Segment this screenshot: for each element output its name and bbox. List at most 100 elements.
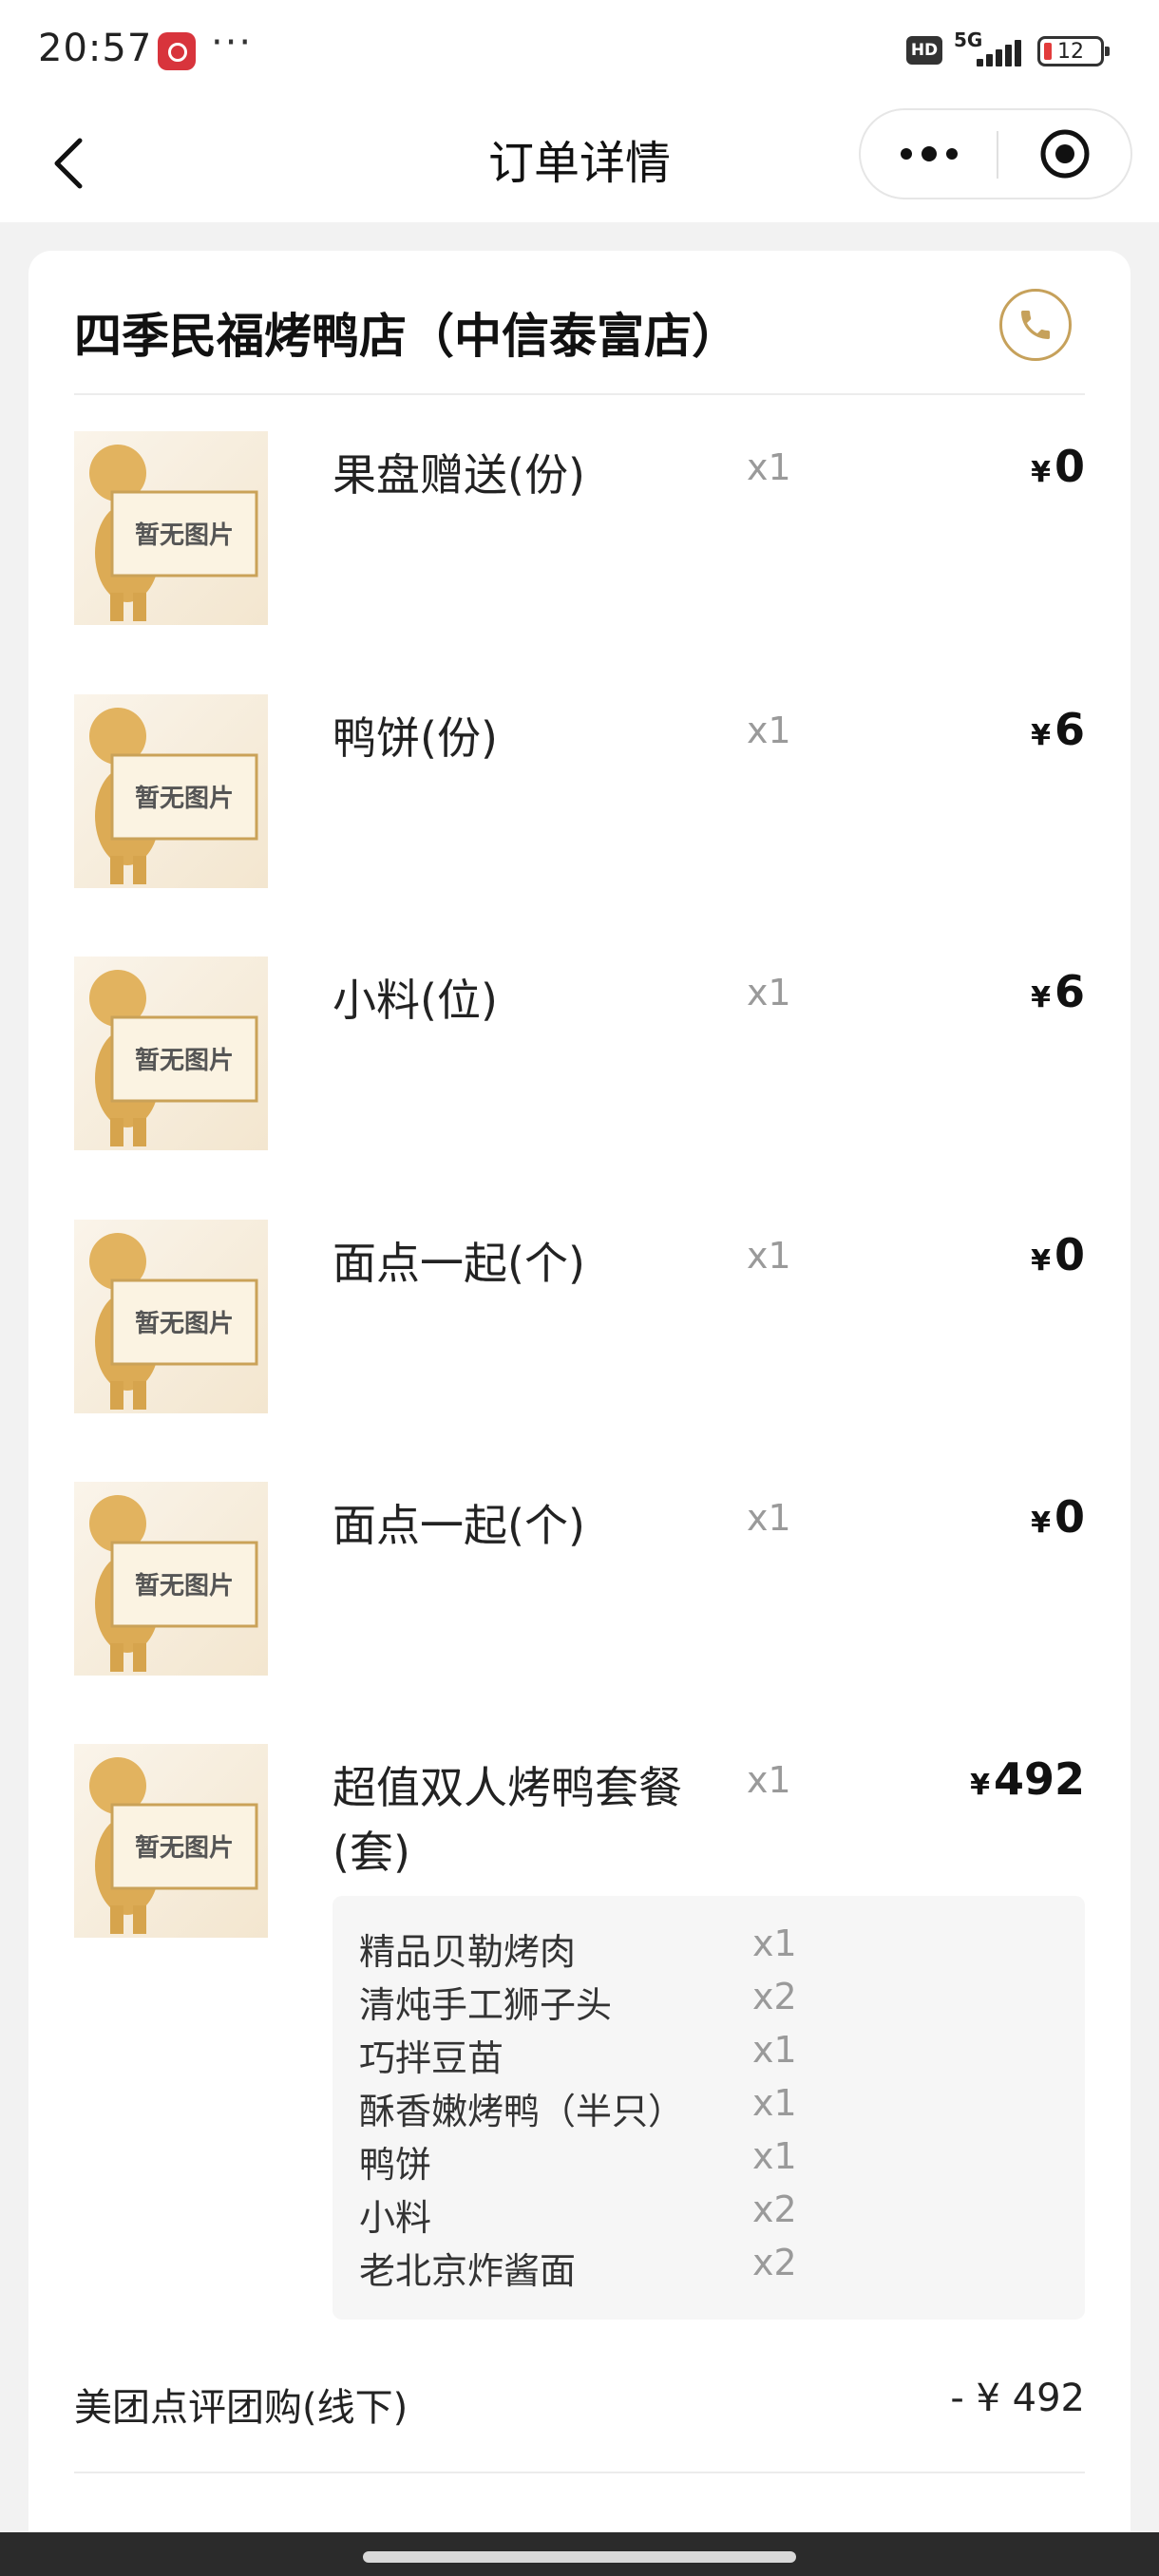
placeholder-figure-icon: 暂无图片 bbox=[89, 1495, 258, 1672]
placeholder-text: 暂无图片 bbox=[135, 1309, 234, 1338]
combo-dish-name: 清炖手工狮子头 bbox=[359, 1984, 613, 2026]
call-store-button[interactable] bbox=[999, 289, 1072, 361]
order-item: 暂无图片 果盘赠送(份) x1 ¥0 bbox=[74, 431, 1085, 659]
discount-row: 美团点评团购(线下) - ¥ 492 bbox=[74, 2371, 1085, 2437]
placeholder-text: 暂无图片 bbox=[135, 1833, 234, 1863]
currency-symbol: ¥ bbox=[1031, 981, 1051, 1014]
item-price: ¥0 bbox=[1031, 1491, 1085, 1543]
combo-dish-name: 酥香嫩烤鸭（半只） bbox=[359, 2091, 685, 2132]
item-quantity: x1 bbox=[747, 1759, 791, 1801]
order-item: 暂无图片 鸭饼(份) x1 ¥6 bbox=[74, 694, 1085, 922]
price-value: 492 bbox=[993, 1753, 1085, 1805]
no-image-placeholder: 暂无图片 bbox=[74, 431, 268, 625]
combo-dish-name: 巧拌豆苗 bbox=[359, 2037, 504, 2079]
currency-symbol: ¥ bbox=[1031, 719, 1051, 752]
price-value: 6 bbox=[1054, 966, 1085, 1017]
item-price: ¥492 bbox=[970, 1753, 1085, 1805]
item-name: 面点一起(个) bbox=[332, 1500, 585, 1551]
item-quantity: x1 bbox=[747, 710, 791, 751]
order-item: 暂无图片 面点一起(个) x1 ¥0 bbox=[74, 1482, 1085, 1710]
placeholder-text: 暂无图片 bbox=[135, 521, 234, 550]
header-divider bbox=[74, 393, 1085, 395]
combo-dish-name: 老北京炸酱面 bbox=[359, 2250, 577, 2292]
placeholder-figure-icon: 暂无图片 bbox=[89, 1757, 258, 1934]
combo-contents: 精品贝勒烤肉 x1 清炖手工狮子头 x2 巧拌豆苗 x1 酥香嫩烤鸭（半只） x… bbox=[332, 1896, 1085, 2320]
mini-program-capsule bbox=[859, 108, 1132, 199]
no-image-placeholder: 暂无图片 bbox=[74, 694, 268, 888]
discount-value: - ¥ 492 bbox=[950, 2377, 1085, 2420]
item-quantity: x1 bbox=[747, 1497, 791, 1539]
bank-app-icon bbox=[158, 32, 196, 70]
item-name: 面点一起(个) bbox=[332, 1238, 585, 1289]
combo-dish-qty: x2 bbox=[752, 1976, 797, 2017]
order-item-combo: 暂无图片 超值双人烤鸭套餐(套) x1 ¥492 精品贝勒烤肉 x1 清炖手工狮… bbox=[74, 1744, 1085, 2333]
combo-dish-qty: x1 bbox=[752, 2029, 797, 2071]
combo-dish-name: 鸭饼 bbox=[359, 2144, 432, 2186]
combo-row: 老北京炸酱面 x2 bbox=[332, 2238, 1085, 2292]
no-image-placeholder: 暂无图片 bbox=[74, 957, 268, 1150]
combo-row: 精品贝勒烤肉 x1 bbox=[332, 1919, 1085, 1973]
item-quantity: x1 bbox=[747, 972, 791, 1013]
price-value: 6 bbox=[1054, 704, 1085, 755]
item-name: 超值双人烤鸭套餐(套) bbox=[332, 1762, 682, 1878]
item-name: 鸭饼(份) bbox=[332, 712, 498, 764]
combo-dish-name: 精品贝勒烤肉 bbox=[359, 1931, 577, 1973]
order-item: 暂无图片 小料(位) x1 ¥6 bbox=[74, 957, 1085, 1184]
placeholder-figure-icon: 暂无图片 bbox=[89, 970, 258, 1146]
currency-symbol: ¥ bbox=[1031, 1244, 1051, 1278]
battery-level: 12 bbox=[1057, 40, 1084, 64]
item-price: ¥0 bbox=[1031, 441, 1085, 492]
signal-icon bbox=[977, 38, 1026, 66]
item-name: 果盘赠送(份) bbox=[332, 449, 585, 501]
no-image-placeholder: 暂无图片 bbox=[74, 1482, 268, 1676]
item-quantity: x1 bbox=[747, 446, 791, 488]
combo-row: 小料 x2 bbox=[332, 2185, 1085, 2239]
more-button[interactable] bbox=[861, 110, 997, 198]
no-image-placeholder: 暂无图片 bbox=[74, 1220, 268, 1413]
target-close-icon bbox=[1040, 129, 1089, 179]
placeholder-text: 暂无图片 bbox=[135, 784, 234, 813]
price-value: 0 bbox=[1054, 1229, 1085, 1280]
combo-dish-qty: x1 bbox=[752, 1923, 797, 1964]
currency-symbol: ¥ bbox=[1031, 1506, 1051, 1540]
discount-divider bbox=[74, 2472, 1085, 2473]
placeholder-figure-icon: 暂无图片 bbox=[89, 708, 258, 884]
combo-dish-qty: x1 bbox=[752, 2082, 797, 2124]
hd-icon: HD bbox=[906, 36, 942, 65]
item-name: 小料(位) bbox=[332, 975, 498, 1026]
combo-dish-qty: x2 bbox=[752, 2188, 797, 2230]
placeholder-text: 暂无图片 bbox=[135, 1046, 234, 1075]
combo-dish-qty: x1 bbox=[752, 2135, 797, 2177]
order-item: 暂无图片 面点一起(个) x1 ¥0 bbox=[74, 1220, 1085, 1448]
currency-symbol: ¥ bbox=[970, 1769, 990, 1802]
more-dots-icon bbox=[900, 146, 958, 161]
home-indicator[interactable] bbox=[363, 2551, 796, 2563]
combo-row: 巧拌豆苗 x1 bbox=[332, 2025, 1085, 2079]
store-name: 四季民福烤鸭店（中信泰富店） bbox=[74, 309, 739, 364]
combo-dish-name: 小料 bbox=[359, 2197, 432, 2239]
close-mini-program-button[interactable] bbox=[998, 110, 1130, 198]
combo-row: 清炖手工狮子头 x2 bbox=[332, 1972, 1085, 2026]
placeholder-figure-icon: 暂无图片 bbox=[89, 445, 258, 621]
phone-icon bbox=[1021, 311, 1050, 339]
combo-dish-qty: x2 bbox=[752, 2242, 797, 2283]
currency-symbol: ¥ bbox=[1031, 456, 1051, 489]
combo-row: 鸭饼 x1 bbox=[332, 2131, 1085, 2186]
placeholder-figure-icon: 暂无图片 bbox=[89, 1233, 258, 1410]
order-card: 四季民福烤鸭店（中信泰富店） 暂无图片 果盘赠送(份) x1 ¥0 暂无图片 鸭… bbox=[28, 251, 1130, 2576]
discount-label: 美团点评团购(线下) bbox=[74, 2386, 408, 2430]
item-price: ¥6 bbox=[1031, 704, 1085, 755]
status-more-icon: ··· bbox=[211, 21, 254, 65]
price-value: 0 bbox=[1054, 441, 1085, 492]
placeholder-text: 暂无图片 bbox=[135, 1571, 234, 1601]
price-value: 0 bbox=[1054, 1491, 1085, 1543]
status-time: 20:57 bbox=[38, 27, 153, 70]
status-bar: 20:57 ··· HD 5G 12 bbox=[0, 0, 1159, 101]
battery-icon: 12 bbox=[1037, 36, 1110, 66]
item-quantity: x1 bbox=[747, 1235, 791, 1277]
no-image-placeholder: 暂无图片 bbox=[74, 1744, 268, 1938]
item-price: ¥6 bbox=[1031, 966, 1085, 1017]
item-price: ¥0 bbox=[1031, 1229, 1085, 1280]
combo-row: 酥香嫩烤鸭（半只） x1 bbox=[332, 2078, 1085, 2132]
nav-bar: 订单详情 bbox=[0, 101, 1159, 222]
